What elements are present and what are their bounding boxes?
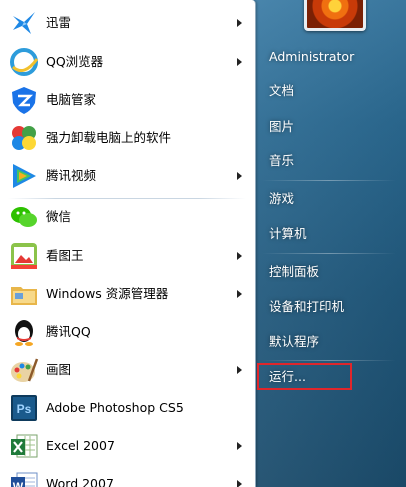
documents-link[interactable]: 文档: [269, 76, 389, 106]
tencent-video-icon: [8, 160, 40, 192]
program-label: 看图王: [46, 248, 84, 263]
qq-icon: [8, 316, 40, 348]
program-label: 画图: [46, 362, 72, 377]
start-menu-program-list: 迅雷 QQ浏览器 电脑管家 强力卸载电脑上的软件 腾讯视频 微信 看图王 Win…: [0, 0, 256, 487]
run-highlight-box: [257, 363, 352, 390]
xunlei-icon: [8, 7, 40, 39]
devices-printers-link[interactable]: 设备和打印机: [269, 292, 389, 322]
excel-icon: [8, 430, 40, 462]
program-item-qq-browser[interactable]: QQ浏览器: [4, 44, 250, 80]
program-label: 腾讯QQ: [46, 324, 91, 339]
right-pane-divider: [262, 253, 396, 254]
program-label: 电脑管家: [46, 92, 97, 107]
program-label: Windows 资源管理器: [46, 286, 169, 301]
program-item-word[interactable]: W Word 2007: [4, 466, 250, 487]
submenu-arrow-icon: [237, 480, 242, 487]
program-label: 强力卸载电脑上的软件: [46, 130, 172, 145]
right-pane-divider: [262, 360, 396, 361]
control-panel-link[interactable]: 控制面板: [269, 257, 389, 287]
photoshop-icon: Ps: [8, 392, 40, 424]
wechat-icon: [8, 201, 40, 233]
pictures-link[interactable]: 图片: [269, 112, 389, 142]
pc-manager-icon: [8, 84, 40, 116]
program-label: 迅雷: [46, 15, 72, 30]
image-viewer-icon: [8, 240, 40, 272]
games-link[interactable]: 游戏: [269, 184, 389, 214]
program-item-qq[interactable]: 腾讯QQ: [4, 314, 250, 350]
submenu-arrow-icon: [237, 290, 242, 298]
program-label: QQ浏览器: [46, 54, 104, 69]
submenu-arrow-icon: [237, 172, 242, 180]
submenu-arrow-icon: [237, 19, 242, 27]
user-avatar[interactable]: [304, 0, 366, 31]
submenu-arrow-icon: [237, 366, 242, 374]
svg-text:W: W: [13, 481, 24, 487]
qq-browser-icon: [8, 46, 40, 78]
program-label: Word 2007: [46, 476, 114, 487]
program-item-windows-explorer[interactable]: Windows 资源管理器: [4, 276, 250, 312]
program-label: Adobe Photoshop CS5: [46, 400, 184, 415]
program-label: 腾讯视频: [46, 168, 97, 183]
paint-icon: [8, 354, 40, 386]
program-item-paint[interactable]: 画图: [4, 352, 250, 388]
program-item-uninstaller[interactable]: 强力卸载电脑上的软件: [4, 120, 250, 156]
user-name-link[interactable]: Administrator: [269, 42, 389, 72]
program-label: 微信: [46, 209, 72, 224]
program-item-tencent-video[interactable]: 腾讯视频: [4, 158, 250, 194]
svg-text:Ps: Ps: [17, 402, 32, 416]
word-icon: W: [8, 468, 40, 487]
submenu-arrow-icon: [237, 58, 242, 66]
program-item-pc-manager[interactable]: 电脑管家: [4, 82, 250, 118]
music-link[interactable]: 音乐: [269, 146, 389, 176]
program-item-excel[interactable]: Excel 2007: [4, 428, 250, 464]
right-pane-divider: [262, 180, 396, 181]
computer-link[interactable]: 计算机: [269, 219, 389, 249]
default-programs-link[interactable]: 默认程序: [269, 327, 389, 357]
uninstaller-icon: [8, 122, 40, 154]
program-item-photoshop[interactable]: Ps Adobe Photoshop CS5: [4, 390, 250, 426]
explorer-icon: [8, 278, 40, 310]
program-item-xunlei[interactable]: 迅雷: [4, 5, 250, 41]
program-label: Excel 2007: [46, 438, 115, 453]
program-item-image-viewer[interactable]: 看图王: [4, 238, 250, 274]
submenu-arrow-icon: [237, 252, 242, 260]
program-item-wechat[interactable]: 微信: [4, 199, 250, 235]
submenu-arrow-icon: [237, 442, 242, 450]
